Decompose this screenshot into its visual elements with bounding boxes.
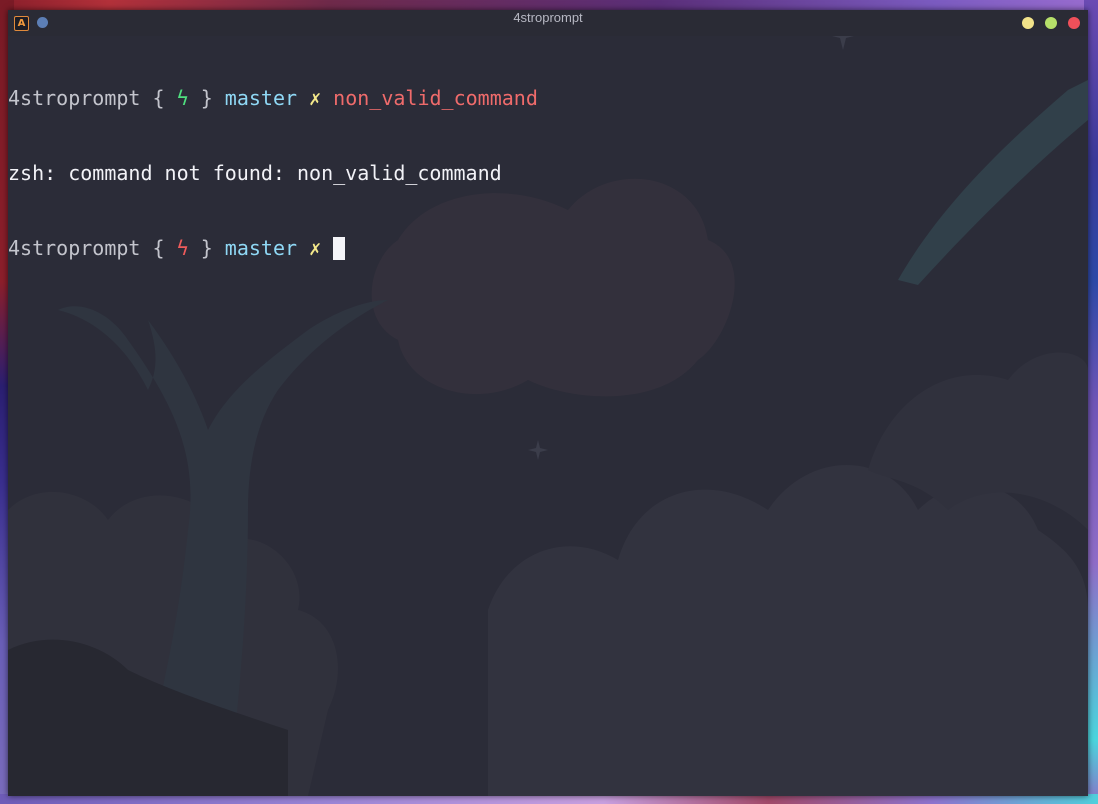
- dirty-mark-icon: ✗: [309, 236, 322, 260]
- wallpaper-top-edge: [0, 0, 1098, 10]
- terminal-line-output: zsh: command not found: non_valid_comman…: [8, 161, 502, 185]
- close-button[interactable]: [1068, 17, 1080, 29]
- maximize-button[interactable]: [1045, 17, 1057, 29]
- git-branch: master: [224, 236, 298, 260]
- open-brace: {: [152, 86, 165, 110]
- terminal-output[interactable]: 4stroprompt { ϟ } master ✗ non_valid_com…: [8, 36, 1088, 311]
- bolt-icon: ϟ: [176, 86, 189, 110]
- terminal-window[interactable]: A 4stroprompt 4stroprompt { ϟ } master ✗…: [8, 10, 1088, 796]
- bolt-icon: ϟ: [176, 236, 189, 260]
- close-brace: }: [200, 86, 213, 110]
- prompt-name: 4stroprompt: [8, 236, 141, 260]
- terminal-line-prompt: 4stroprompt { ϟ } master ✗: [8, 236, 1088, 261]
- dirty-mark-icon: ✗: [309, 86, 322, 110]
- text-cursor[interactable]: [333, 237, 346, 260]
- typed-command: non_valid_command: [333, 86, 538, 110]
- title-bar[interactable]: A 4stroprompt: [8, 10, 1088, 36]
- terminal-line-prompt: 4stroprompt { ϟ } master ✗ non_valid_com…: [8, 86, 1088, 111]
- minimize-button[interactable]: [1022, 17, 1034, 29]
- window-title: 4stroprompt: [513, 10, 583, 25]
- close-brace: }: [200, 236, 213, 260]
- git-branch: master: [224, 86, 298, 110]
- open-brace: {: [152, 236, 165, 260]
- prompt-name: 4stroprompt: [8, 86, 141, 110]
